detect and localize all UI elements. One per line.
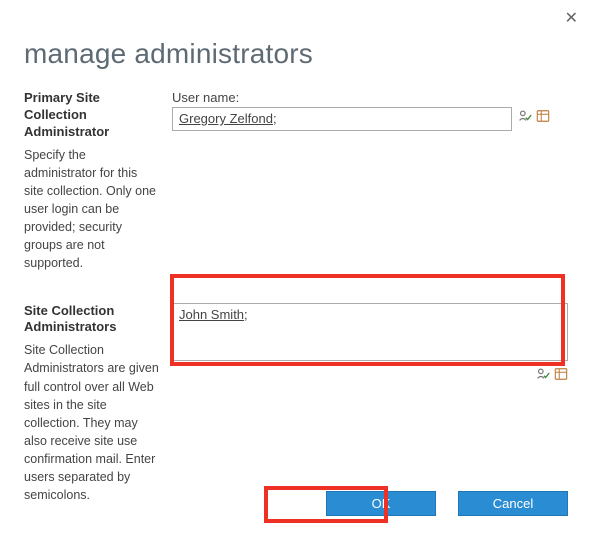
- primary-description: Specify the administrator for this site …: [24, 146, 160, 273]
- cancel-button[interactable]: Cancel: [458, 491, 568, 516]
- ok-button[interactable]: OK: [326, 491, 436, 516]
- secondary-description: Site Collection Administrators are given…: [24, 341, 160, 504]
- check-names-icon[interactable]: [518, 109, 532, 123]
- resolved-user: Gregory Zelfond: [179, 111, 273, 126]
- close-icon[interactable]: ✕: [565, 8, 578, 28]
- primary-heading: Primary Site Collection Administrator: [24, 90, 160, 141]
- resolved-user: John Smith: [179, 307, 244, 322]
- secondary-admins-input[interactable]: John Smith;: [172, 303, 568, 361]
- browse-directory-icon[interactable]: [554, 367, 568, 381]
- separator: ;: [273, 111, 277, 126]
- separator: ;: [244, 307, 248, 322]
- primary-admin-section: Primary Site Collection Administrator Sp…: [24, 90, 568, 273]
- browse-directory-icon[interactable]: [536, 109, 550, 123]
- secondary-admins-section: Site Collection Administrators Site Coll…: [24, 303, 568, 505]
- secondary-heading: Site Collection Administrators: [24, 303, 160, 337]
- manage-administrators-dialog: ✕ manage administrators Primary Site Col…: [0, 0, 592, 538]
- primary-admin-input[interactable]: Gregory Zelfond;: [172, 107, 512, 131]
- dialog-buttons: OK Cancel: [326, 491, 568, 516]
- username-label: User name:: [172, 90, 568, 105]
- dialog-title: manage administrators: [24, 38, 568, 70]
- check-names-icon[interactable]: [536, 367, 550, 381]
